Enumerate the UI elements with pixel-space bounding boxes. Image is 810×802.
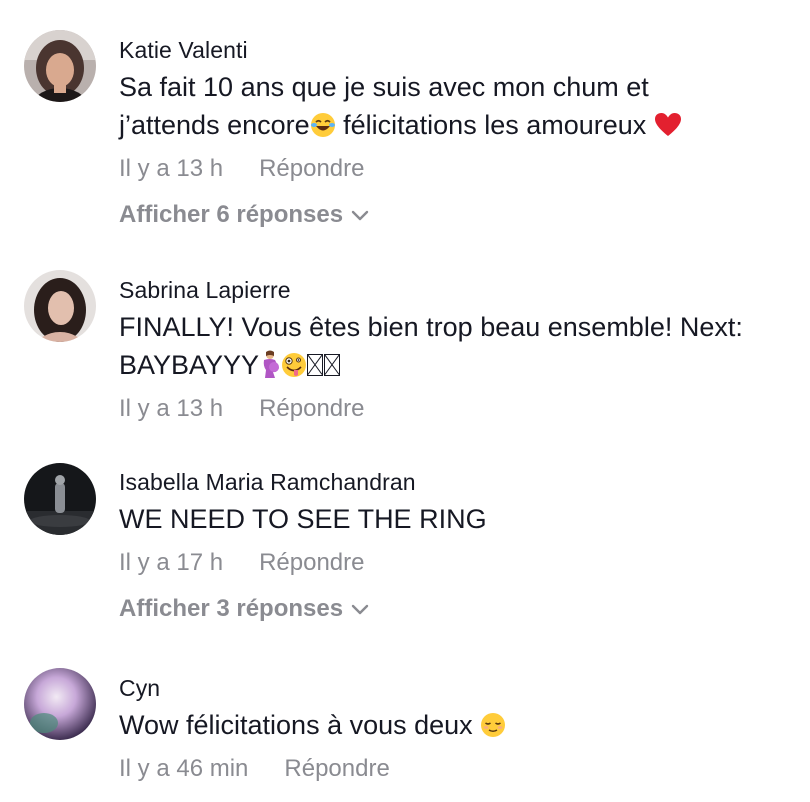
comment-text-line: Wow félicitations à vous deux [119,706,810,744]
view-replies-button[interactable]: Afficher 3 réponses [119,594,810,624]
comment-text-segment: félicitations les amoureux [335,110,654,140]
comment-timestamp: Il y a 46 min [119,755,249,782]
comment-meta: Il y a 46 min Répondre [119,754,810,784]
relieved-face-emoji-icon [480,712,506,738]
comment-text-line: FINALLY! Vous êtes bien trop beau ensemb… [119,312,743,342]
view-replies-button[interactable]: Afficher 6 réponses [119,200,810,230]
comment-meta: Il y a 13 h Répondre [119,154,810,184]
comment-author[interactable]: Katie Valenti [119,36,810,64]
chevron-down-icon [351,209,369,221]
comment-timestamp: Il y a 17 h [119,549,224,576]
comment-text-line: Sa fait 10 ans que je suis avec mon chum… [119,72,649,102]
comment-text-segment: j’attends encore [119,110,310,140]
reply-button[interactable]: Répondre [259,154,364,184]
red-heart-emoji-icon [654,112,682,138]
avatar[interactable] [24,463,96,535]
avatar[interactable] [24,668,96,740]
chevron-down-icon [351,603,369,615]
comment-text: Sa fait 10 ans que je suis avec mon chum… [119,68,810,144]
avatar[interactable] [24,30,96,102]
pregnant-woman-emoji-icon [259,350,281,378]
zany-face-emoji-icon [281,352,307,378]
comment-timestamp: Il y a 13 h [119,155,224,182]
comment-author[interactable]: Cyn [119,674,810,702]
reply-button[interactable]: Répondre [259,548,364,578]
comment-author[interactable]: Isabella Maria Ramchandran [119,468,810,496]
comment-body: Sabrina Lapierre FINALLY! Vous êtes bien… [119,276,810,424]
view-replies-label: Afficher 3 réponses [119,595,344,622]
comment-text: Wow félicitations à vous deux [119,706,810,744]
joy-emoji-icon [310,112,336,138]
comment-author[interactable]: Sabrina Lapierre [119,276,810,304]
view-replies-label: Afficher 6 réponses [119,201,344,228]
reply-button[interactable]: Répondre [284,754,389,784]
comment-body: Cyn Wow félicitations à vous deux Il y a… [119,674,810,784]
avatar[interactable] [24,270,96,342]
comment-text-line: WE NEED TO SEE THE RING [119,504,487,534]
missing-glyph-icon [324,354,341,376]
comment-meta: Il y a 17 h Répondre [119,548,810,578]
missing-glyph-icon [307,354,324,376]
comment-text-segment: Wow félicitations à vous deux [119,710,481,740]
comment-text: WE NEED TO SEE THE RING [119,500,810,538]
comment-text: FINALLY! Vous êtes bien trop beau ensemb… [119,308,810,384]
comment-text-segment: BAYBAYYY [119,350,260,380]
comment-body: Isabella Maria Ramchandran WE NEED TO SE… [119,468,810,624]
comment-timestamp: Il y a 13 h [119,395,224,422]
comment-text-line: BAYBAYYY [119,346,810,384]
reply-button[interactable]: Répondre [259,394,364,424]
comment-text-line: j’attends encore félicitations les amour… [119,106,810,144]
comment-body: Katie Valenti Sa fait 10 ans que je suis… [119,36,810,230]
comment-meta: Il y a 13 h Répondre [119,394,810,424]
